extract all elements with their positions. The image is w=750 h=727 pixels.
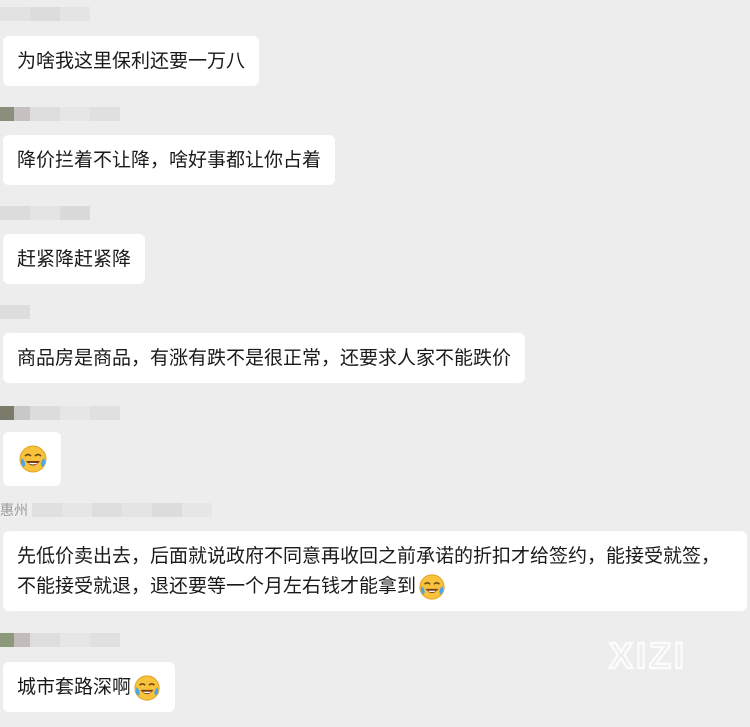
message-bubble: 赶紧降赶紧降 [3, 234, 146, 284]
sender-name-blurred [0, 630, 120, 650]
sender-name: 惠州 [0, 500, 212, 520]
watermark-logo: XIZI [608, 634, 687, 677]
watermark-text: XIZI [609, 635, 687, 676]
sender-name-blurred [0, 104, 120, 124]
sender-name-blurred [0, 403, 120, 423]
sender-name-text: 惠州 [0, 503, 28, 519]
sender-name-blurred [0, 302, 30, 322]
message-text: 降价拦着不让降，啥好事都让你占着 [17, 149, 322, 171]
sender-name-blurred [0, 203, 90, 223]
message-text: 为啥我这里保利还要一万八 [17, 50, 246, 72]
crying-laughing-emoji-icon [19, 445, 47, 473]
crying-laughing-emoji-icon [419, 573, 445, 600]
message-bubble: 先低价卖出去，后面就说政府不同意再收回之前承诺的折扣才给签约，能接受就签，不能接… [3, 531, 747, 611]
message-text: 赶紧降赶紧降 [17, 248, 132, 270]
message-bubble-emoji [3, 432, 61, 486]
message-bubble: 商品房是商品，有涨有跌不是很正常，还要求人家不能跌价 [3, 333, 526, 383]
sender-name-blurred [0, 4, 90, 24]
message-text: 商品房是商品，有涨有跌不是很正常，还要求人家不能跌价 [17, 347, 512, 369]
message-text: 先低价卖出去，后面就说政府不同意再收回之前承诺的折扣才给签约，能接受就签，不能接… [17, 545, 721, 597]
message-bubble: 城市套路深啊 [3, 662, 176, 712]
message-text: 城市套路深啊 [17, 676, 132, 698]
message-bubble: 降价拦着不让降，啥好事都让你占着 [3, 135, 336, 185]
crying-laughing-emoji-icon [134, 674, 160, 701]
message-bubble: 为啥我这里保利还要一万八 [3, 36, 260, 86]
